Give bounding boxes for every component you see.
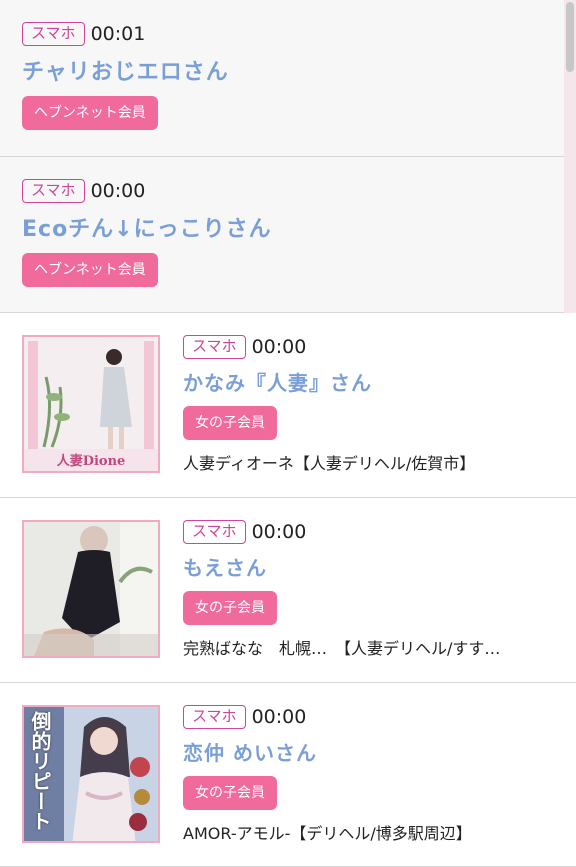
list-item[interactable]: 倒的リピート スマホ 00:00 恋仲 めいさん 女の子会員 AMOR-アモル-… <box>0 683 576 867</box>
device-tag: スマホ <box>22 179 85 203</box>
member-badge: 女の子会員 <box>183 776 277 810</box>
user-name[interactable]: かなみ『人妻』さん <box>183 367 563 396</box>
timestamp: 00:00 <box>251 521 307 543</box>
device-tag: スマホ <box>183 520 246 544</box>
list-item[interactable]: スマホ 00:00 もえさん 女の子会員 完熟ばなな 札幌… 【人妻デリヘル/す… <box>0 498 576 683</box>
profile-photo[interactable] <box>22 520 160 658</box>
timestamp: 00:00 <box>251 336 307 358</box>
photo-caption: 倒的リピート <box>28 711 52 831</box>
user-name[interactable]: チャリおじエロさん <box>22 54 229 86</box>
user-name[interactable]: Ecoチん↓にっこりさん <box>22 211 272 243</box>
member-badge: ヘブンネット会員 <box>22 253 158 287</box>
photo-watermark: 人妻Dione <box>56 454 126 469</box>
shop-name[interactable]: 人妻ディオーネ【人妻デリヘル/佐賀市】 <box>183 450 563 474</box>
member-badge: 女の子会員 <box>183 591 277 625</box>
list-item[interactable]: 人妻Dione スマホ 00:00 かなみ『人妻』さん 女の子会員 人妻ディオー… <box>0 313 576 498</box>
profile-photo[interactable]: 倒的リピート <box>22 705 160 843</box>
user-name[interactable]: もえさん <box>183 552 553 581</box>
member-badge: ヘブンネット会員 <box>22 96 158 130</box>
device-tag: スマホ <box>22 22 85 46</box>
device-tag: スマホ <box>183 335 246 359</box>
list-item[interactable]: スマホ 00:00 Ecoチん↓にっこりさん ヘブンネット会員 <box>0 157 576 313</box>
timestamp: 00:00 <box>90 180 146 202</box>
shop-name[interactable]: AMOR-アモル-【デリヘル/博多駅周辺】 <box>183 820 563 844</box>
profile-photo[interactable]: 人妻Dione <box>22 335 160 473</box>
shop-name[interactable]: 完熟ばなな 札幌… 【人妻デリヘル/すす… <box>183 635 553 659</box>
list-item[interactable]: スマホ 00:01 チャリおじエロさん ヘブンネット会員 <box>0 0 576 157</box>
scrollbar[interactable] <box>564 0 576 315</box>
scrollbar-thumb[interactable] <box>566 2 574 72</box>
timestamp: 00:00 <box>251 706 307 728</box>
device-tag: スマホ <box>183 705 246 729</box>
member-badge: 女の子会員 <box>183 406 277 440</box>
user-name[interactable]: 恋仲 めいさん <box>183 737 563 766</box>
timestamp: 00:01 <box>90 23 146 45</box>
